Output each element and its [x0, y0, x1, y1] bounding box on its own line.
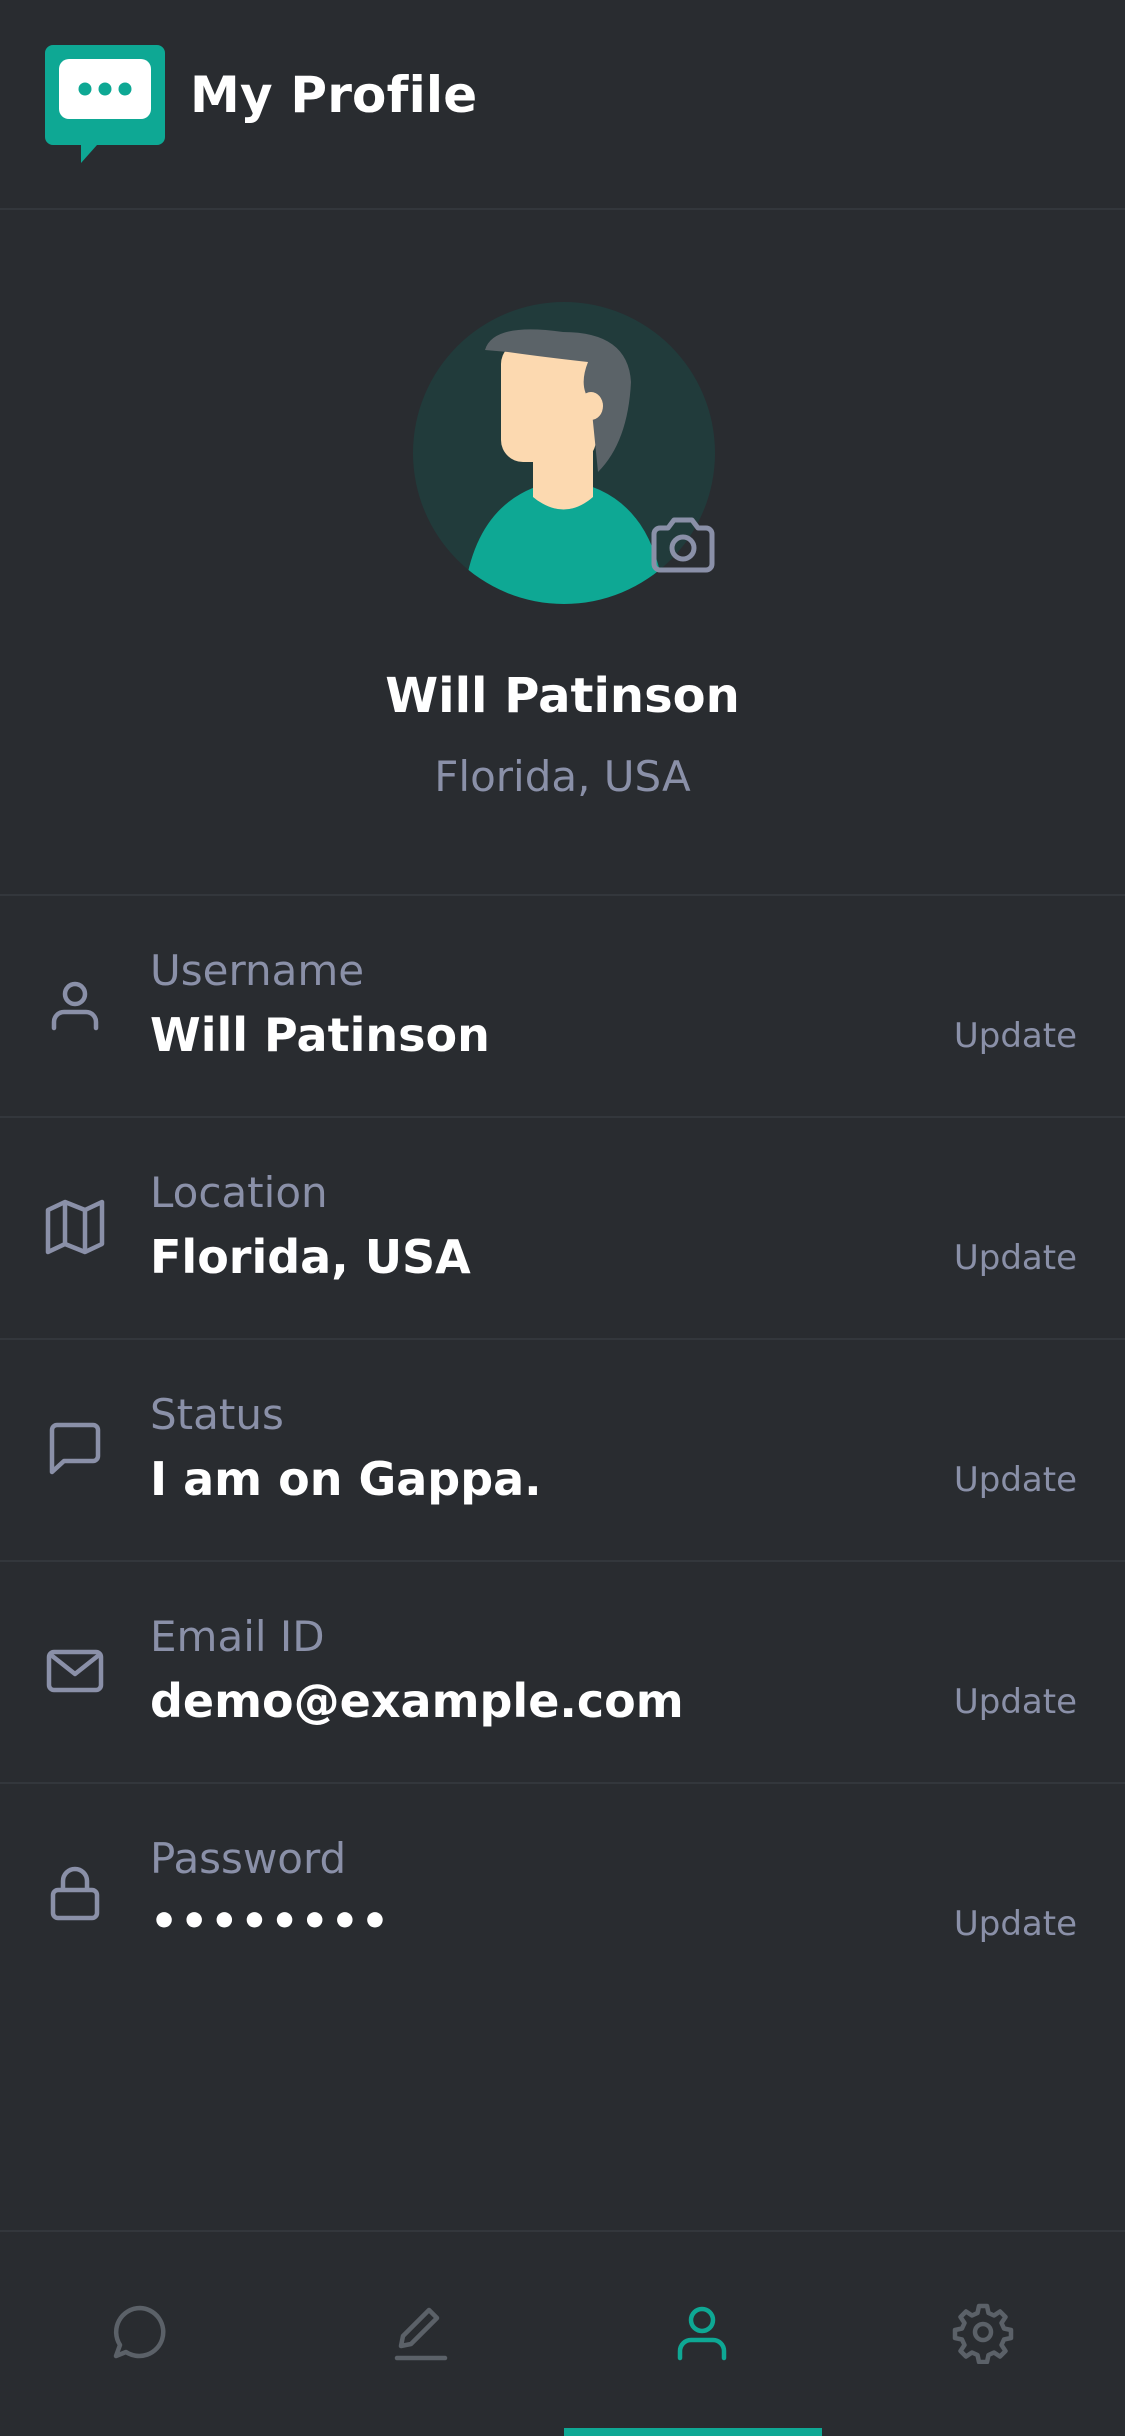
settings-icon	[952, 2303, 1014, 2364]
location-label: Location	[150, 1168, 328, 1217]
lock-icon	[50, 1866, 100, 1921]
message-square-icon	[49, 1422, 101, 1475]
active-tab-indicator	[564, 2428, 822, 2436]
update-status-button[interactable]: Update	[954, 1460, 1077, 1500]
username-label: Username	[150, 946, 365, 995]
password-label: Password	[150, 1834, 347, 1883]
password-row: Password •••••••• Update	[0, 1782, 1125, 2004]
profile-icon	[677, 2306, 727, 2361]
chat-icon	[113, 2305, 166, 2359]
location-row: Location Florida, USA Update	[0, 1116, 1125, 1338]
email-label: Email ID	[150, 1612, 325, 1661]
user-icon	[51, 981, 99, 1031]
update-username-button[interactable]: Update	[954, 1016, 1077, 1056]
edit-icon	[394, 2307, 448, 2361]
map-icon	[45, 1199, 105, 1255]
avatar-container	[413, 302, 715, 604]
username-row: Username Will Patinson Update	[0, 894, 1125, 1116]
bottom-nav	[0, 2230, 1125, 2436]
email-value: demo@example.com	[150, 1674, 684, 1728]
password-value: ••••••••	[150, 1896, 391, 1947]
mail-icon	[46, 1649, 104, 1693]
nav-compose[interactable]	[281, 2232, 562, 2436]
profile-screen: My Profile Will Patinson Florida, USA Us…	[0, 0, 1125, 2436]
nav-settings[interactable]	[843, 2232, 1124, 2436]
status-row: Status I am on Gappa. Update	[0, 1338, 1125, 1560]
location-value: Florida, USA	[150, 1230, 471, 1284]
nav-chats[interactable]	[0, 2232, 281, 2436]
update-location-button[interactable]: Update	[954, 1238, 1077, 1278]
page-title: My Profile	[190, 66, 478, 124]
username-value: Will Patinson	[150, 1008, 490, 1062]
status-value: I am on Gappa.	[150, 1452, 542, 1506]
nav-profile[interactable]	[562, 2232, 843, 2436]
profile-name: Will Patinson	[385, 668, 740, 724]
update-password-button[interactable]: Update	[954, 1904, 1077, 1944]
chat-bubble-logo-icon	[45, 45, 165, 163]
update-email-button[interactable]: Update	[954, 1682, 1077, 1722]
profile-location: Florida, USA	[434, 752, 691, 801]
profile-details-list: Username Will Patinson Update Location F…	[0, 894, 1125, 2004]
camera-icon[interactable]	[648, 510, 718, 580]
email-row: Email ID demo@example.com Update	[0, 1560, 1125, 1782]
status-label: Status	[150, 1390, 284, 1439]
app-header: My Profile	[0, 0, 1125, 210]
